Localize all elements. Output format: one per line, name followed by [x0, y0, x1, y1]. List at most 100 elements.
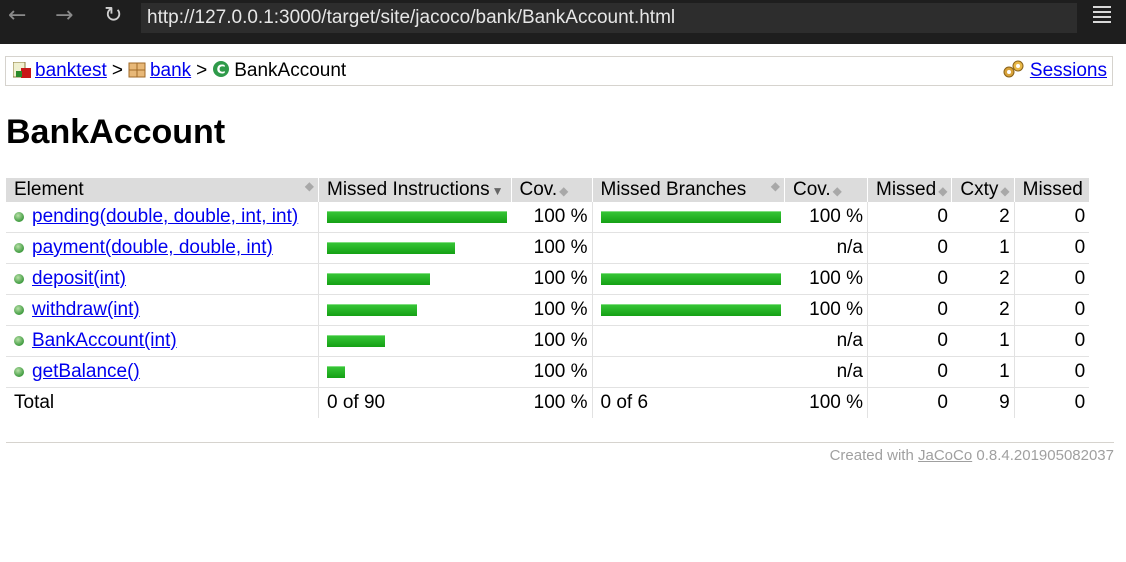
reload-icon[interactable]: ↻: [104, 4, 122, 28]
total-branch: 0 of 6: [600, 392, 649, 413]
branch-bar-cell: [592, 232, 785, 264]
total-label: Total: [6, 387, 319, 418]
branch-bar-cell: [592, 294, 785, 326]
breadcrumb-separator: >: [111, 60, 123, 81]
sort-desc-icon: ▼: [491, 184, 504, 198]
element-cell: deposit(int): [6, 263, 319, 295]
method-icon: [14, 274, 24, 284]
method-icon: [14, 212, 24, 222]
missed-cxty-cell: 0: [867, 325, 952, 357]
missed-lines-cell: 0: [1014, 294, 1090, 326]
branch-bar-cell: [592, 356, 785, 388]
missed-cxty-cell: 0: [867, 202, 952, 233]
instr-coverage-bar: [327, 273, 430, 285]
sort-icon: ◆: [1000, 184, 1010, 198]
branch-cov-cell: n/a: [784, 356, 868, 388]
instr-cov-cell: 100 %: [511, 356, 593, 388]
method-link[interactable]: BankAccount(int): [32, 330, 177, 351]
instr-coverage-bar: [327, 211, 507, 223]
header-missed-cxty[interactable]: Missed ◆: [867, 178, 953, 202]
sort-icon: ◆: [559, 184, 569, 198]
missed-lines-cell: 0: [1014, 263, 1090, 295]
cxty-cell: 1: [951, 325, 1015, 357]
method-link[interactable]: withdraw(int): [32, 299, 140, 320]
sort-icon: ◆: [304, 179, 314, 193]
missed-lines-cell: 0: [1014, 356, 1090, 388]
sessions-link[interactable]: Sessions: [1030, 60, 1107, 81]
table-header-row: Element ◆ Missed Instructions ▼ Cov. ◆ Miss…: [6, 178, 1090, 202]
gears-icon: [1003, 60, 1024, 78]
svg-text:C: C: [217, 63, 226, 77]
table-row: BankAccount(int) 100 % n/a 0 1 0: [6, 325, 1090, 357]
footer-divider: [6, 442, 1114, 443]
package-icon: [128, 62, 146, 78]
method-link[interactable]: payment(double, double, int): [32, 237, 273, 258]
back-icon[interactable]: ←: [8, 4, 26, 28]
cxty-cell: 2: [951, 294, 1015, 326]
instr-coverage-bar: [327, 335, 385, 347]
element-cell: withdraw(int): [6, 294, 319, 326]
branch-bar-cell: [592, 325, 785, 357]
instr-coverage-bar: [327, 304, 417, 316]
sort-icon: ◆: [770, 179, 780, 193]
branch-bar-cell: [592, 263, 785, 295]
breadcrumb-link-bank[interactable]: bank: [150, 60, 191, 81]
header-element[interactable]: Element ◆: [6, 178, 319, 202]
instr-bar-cell: [318, 294, 511, 326]
browser-toolbar: ← → ↻ http://127.0.0.1:3000/target/site/…: [0, 0, 1126, 44]
method-icon: [14, 367, 24, 377]
missed-lines-cell: 0: [1014, 325, 1090, 357]
branch-cov-cell: 100 %: [784, 294, 868, 326]
header-missed-instructions[interactable]: Missed Instructions ▼: [318, 178, 512, 202]
breadcrumb-link-banktest[interactable]: banktest: [35, 60, 107, 81]
missed-lines-cell: 0: [1014, 202, 1090, 233]
branch-coverage-bar: [600, 211, 781, 223]
jacoco-link[interactable]: JaCoCo: [918, 447, 972, 464]
branch-cov-cell: 100 %: [784, 202, 868, 233]
total-instr: 0 of 90: [327, 392, 386, 413]
sort-icon: ◆: [832, 184, 842, 198]
total-branch-cov: 100 %: [784, 387, 868, 418]
table-row: getBalance() 100 % n/a 0 1 0: [6, 356, 1090, 388]
missed-cxty-cell: 0: [867, 263, 952, 295]
missed-lines-cell: 0: [1014, 232, 1090, 264]
cxty-cell: 2: [951, 263, 1015, 295]
total-missed-cxty: 0: [937, 392, 948, 413]
branch-coverage-bar: [600, 273, 781, 285]
footer-prefix: Created with: [829, 447, 914, 464]
header-missed-branches[interactable]: Missed Branches ◆: [592, 178, 785, 202]
header-cxty[interactable]: Cxty ◆: [951, 178, 1015, 202]
page-title: BankAccount: [6, 113, 226, 151]
branch-cov-cell: 100 %: [784, 263, 868, 295]
method-link[interactable]: getBalance(): [32, 361, 140, 382]
instr-bar-cell: [318, 356, 511, 388]
method-link[interactable]: deposit(int): [32, 268, 126, 289]
table-row: deposit(int) 100 % 100 % 0 2 0: [6, 263, 1090, 295]
instr-cov-cell: 100 %: [511, 294, 593, 326]
breadcrumb: banktest > bank > C BankAccount Sessions: [5, 56, 1113, 86]
instr-bar-cell: [318, 232, 511, 264]
header-missed-lines[interactable]: Missed: [1014, 178, 1090, 202]
header-instr-cov[interactable]: Cov. ◆: [511, 178, 593, 202]
table-row: pending(double, double, int, int) 100 % 10…: [6, 202, 1090, 233]
total-row: Total 0 of 90 100 % 0 of 6 100 % 0 9 0: [6, 387, 1089, 418]
cxty-cell: 1: [951, 232, 1015, 264]
instr-cov-cell: 100 %: [511, 325, 593, 357]
method-link[interactable]: pending(double, double, int, int): [32, 206, 298, 227]
address-url[interactable]: http://127.0.0.1:3000/target/site/jacoco…: [147, 7, 675, 29]
element-cell: BankAccount(int): [6, 325, 319, 357]
coverage-table: Element ◆ Missed Instructions ▼ Cov. ◆ Miss…: [6, 178, 1090, 418]
cxty-cell: 2: [951, 202, 1015, 233]
instr-cov-cell: 100 %: [511, 202, 593, 233]
table-row: withdraw(int) 100 % 100 % 0 2 0: [6, 294, 1090, 326]
branch-cov-cell: n/a: [784, 325, 868, 357]
forward-icon[interactable]: →: [55, 4, 73, 28]
address-bar[interactable]: http://127.0.0.1:3000/target/site/jacoco…: [141, 3, 1077, 33]
hamburger-menu-icon[interactable]: [1093, 6, 1111, 26]
instr-bar-cell: [318, 325, 511, 357]
footer: Created with JaCoCo 0.8.4.201905082037: [830, 447, 1114, 464]
branch-bar-cell: [592, 202, 785, 233]
table-row: payment(double, double, int) 100 % n/a 0 1 0: [6, 232, 1090, 264]
class-icon: C: [213, 61, 230, 77]
header-branch-cov[interactable]: Cov. ◆: [784, 178, 868, 202]
